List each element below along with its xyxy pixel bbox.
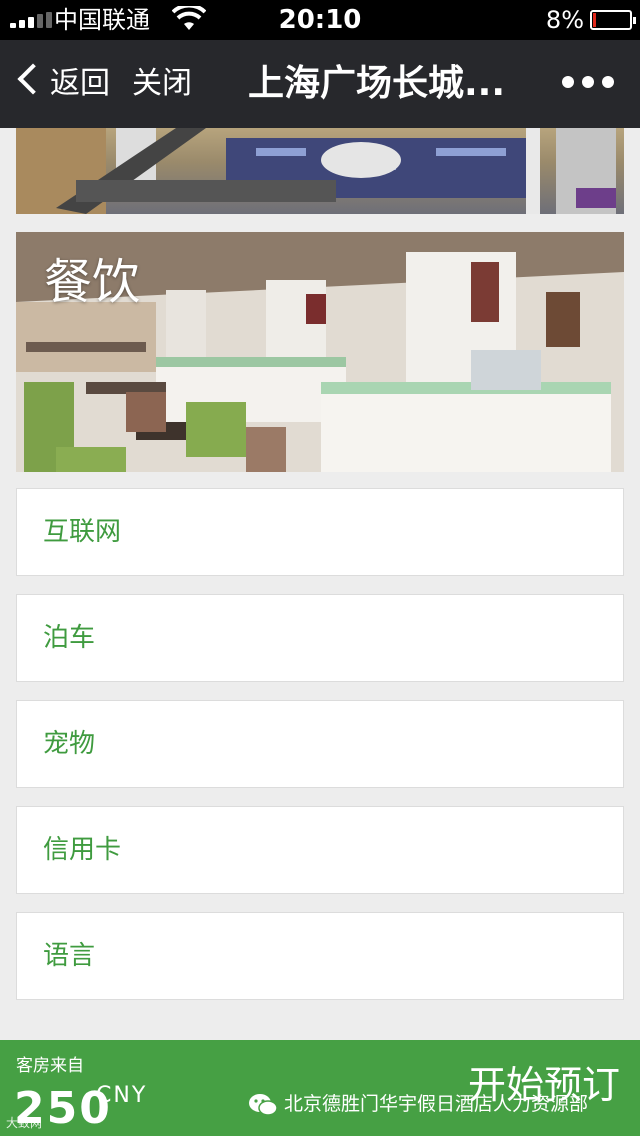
booking-bar: 客房来自 250 CNY 开始预订 北京德胜门华宇假日酒店人力资源部 大致网 <box>0 1040 640 1136</box>
hotel-details: 餐饮 互联网 泊车 宠物 信用卡 语言 <box>0 128 640 1040</box>
gym-photo <box>16 128 624 214</box>
amenity-pets[interactable]: 宠物 <box>16 700 624 788</box>
amenity-label: 宠物 <box>43 729 96 759</box>
amenity-label: 信用卡 <box>43 835 122 865</box>
dining-title: 餐饮 <box>44 254 141 310</box>
wechat-icon <box>249 1094 278 1116</box>
gym-illustration <box>16 128 616 214</box>
back-chevron-icon[interactable] <box>17 63 49 95</box>
back-button[interactable]: 返回 <box>50 64 110 104</box>
dining-card[interactable]: 餐饮 <box>16 232 624 472</box>
battery-icon <box>590 10 636 30</box>
amenity-label: 语言 <box>43 941 96 971</box>
watermark-text: 北京德胜门华宇假日酒店人力资源部 <box>284 1093 589 1115</box>
amenity-label: 泊车 <box>43 623 96 653</box>
amenity-label: 互联网 <box>43 517 122 547</box>
price-currency: CNY <box>96 1083 148 1108</box>
watermark-corner: 大致网 <box>6 1116 43 1130</box>
status-bar: 中国联通 20:10 8% <box>0 0 640 40</box>
more-dots-icon[interactable] <box>562 76 614 88</box>
price-caption: 客房来自 <box>16 1056 84 1076</box>
battery-percent: 8% <box>545 6 584 34</box>
page-title: 上海广场长城... <box>248 63 506 104</box>
amenity-parking[interactable]: 泊车 <box>16 594 624 682</box>
clock: 20:10 <box>278 5 362 35</box>
close-button[interactable]: 关闭 <box>132 64 192 104</box>
amenity-credit-card[interactable]: 信用卡 <box>16 806 624 894</box>
amenity-language[interactable]: 语言 <box>16 912 624 1000</box>
amenity-internet[interactable]: 互联网 <box>16 488 624 576</box>
battery-level <box>593 13 596 27</box>
nav-bar: 返回 关闭 上海广场长城... <box>0 40 640 128</box>
